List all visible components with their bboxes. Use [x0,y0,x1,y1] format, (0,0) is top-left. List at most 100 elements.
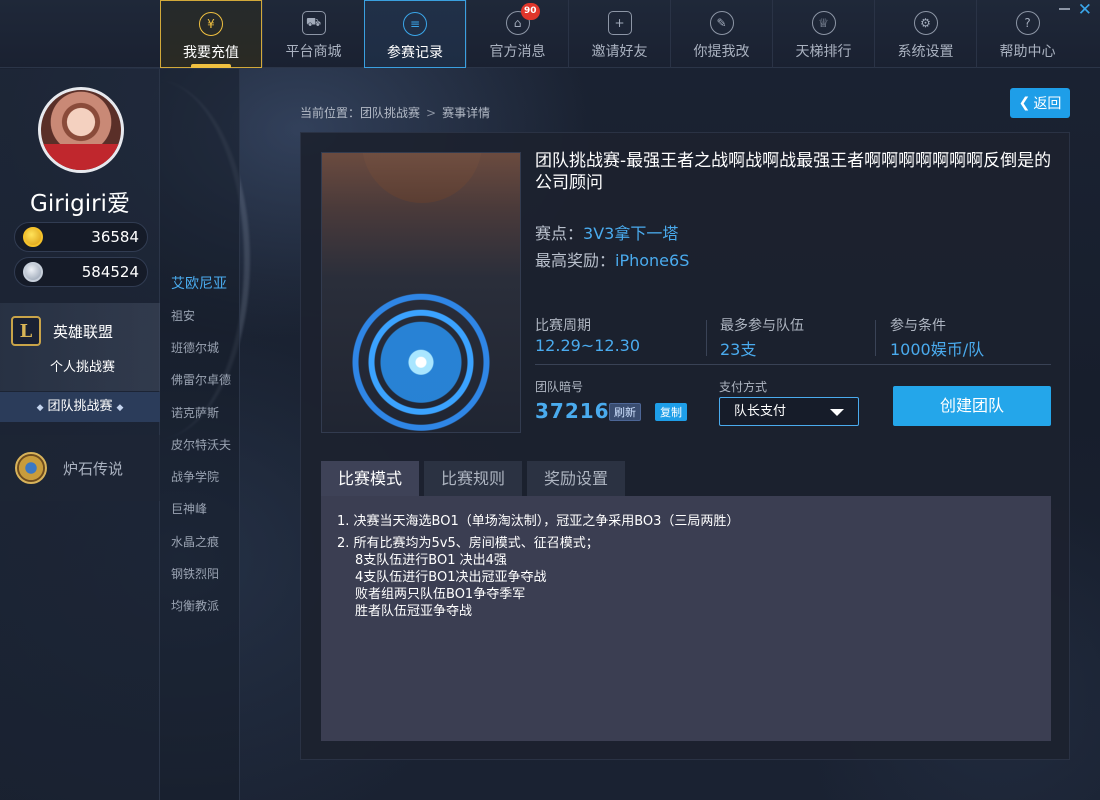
nav-official-news[interactable]: ⌂ 90 官方消息 [466,0,568,68]
stat-label: 比赛周期 [535,318,591,334]
nav-match-records[interactable]: ≡ 参赛记录 [364,0,466,68]
breadcrumb-separator: > [426,106,437,120]
username: Girigiri爱 [30,191,130,217]
close-button[interactable]: ✕ [1078,0,1092,20]
match-point-label: 赛点： [535,224,584,243]
server-item[interactable]: 皮尔特沃夫 [171,436,231,453]
refresh-button[interactable]: 刷新 [609,403,641,421]
nav-store[interactable]: ⛟ 平台商城 [262,0,364,68]
nav-settings[interactable]: ⚙ 系统设置 [874,0,976,68]
payment-label: 支付方式 [719,380,768,394]
rule-line: 2. 所有比赛均为5v5、房间模式、征召模式； [337,536,599,551]
caret-down-icon [830,409,844,416]
team-password-label: 团队暗号 [535,380,584,394]
match-detail-panel: 团队挑战赛-最强王者之战啊战啊战最强王者啊啊啊啊啊啊啊反倒是的公司顾问 赛点：3… [300,132,1070,760]
silver-value: 584524 [81,263,139,281]
sub-team-challenge[interactable]: ◆ 团队挑战赛 ◆ [0,392,160,422]
server-list: 艾欧尼亚 祖安 班德尔城 佛雷尔卓德 诺克萨斯 皮尔特沃夫 战争学院 巨神峰 水… [160,69,240,800]
nav-label: 天梯排行 [795,44,852,60]
server-item[interactable]: 钢铁烈阳 [171,565,219,582]
breadcrumb-parent[interactable]: 团队挑战赛 [360,106,420,120]
game-hearthstone[interactable]: 炉石传说 [0,435,160,501]
server-item[interactable]: 巨神峰 [171,500,207,517]
nav-label: 邀请好友 [591,44,648,60]
nav-help-center[interactable]: ? 帮助中心 [976,0,1078,68]
stat-value: 23支 [720,340,757,359]
rule-item: 2. 所有比赛均为5v5、房间模式、征召模式； 8支队伍进行BO1 决出4强 4… [337,535,1035,620]
nav-label: 我要充值 [183,45,239,61]
nav-label: 系统设置 [897,44,954,60]
silver-coin-icon [23,262,43,282]
rule-line: 1. 决赛当天海选BO1（单场淘汰制），冠亚之争采用BO3（三局两胜） [337,514,740,529]
nav-label: 你提我改 [693,44,750,60]
tab-reward-settings[interactable]: 奖励设置 [527,461,626,496]
server-item[interactable]: 艾欧尼亚 [171,273,227,293]
document-icon: ≡ [403,12,427,36]
section-divider [535,364,1051,365]
top-navigation: ¥ 我要充值 ⛟ 平台商城 ≡ 参赛记录 ⌂ 90 官方消息 + 邀请好友 ✎ … [0,0,1100,68]
rule-line: 8支队伍进行BO1 决出4强 [355,553,507,568]
rule-line: 胜者队伍冠亚争夺战 [355,604,473,619]
gear-icon: ⚙ [913,11,938,35]
stat-max-teams: 最多参与队伍 23支 [720,315,880,360]
stat-period: 比赛周期 12.29~12.30 [535,315,695,355]
gold-value: 36584 [91,228,139,246]
lol-logo-icon: L [11,316,41,346]
chevron-left-icon: ❮ [1018,95,1031,111]
match-cover-image [321,152,521,433]
diamond-icon: ◆ [36,403,44,413]
notification-badge: 90 [521,3,540,20]
team-password-value: 37216 [535,399,610,423]
server-item[interactable]: 战争学院 [171,468,219,485]
breadcrumb: 当前位置：团队挑战赛 > 赛事详情 [300,104,490,121]
match-point: 赛点：3V3拿下一塔 [535,220,678,244]
match-prize-value: iPhone6S [615,251,690,270]
trophy-icon: ♕ [811,11,836,35]
avatar[interactable] [38,87,124,173]
server-item[interactable]: 均衡教派 [171,597,219,614]
server-item[interactable]: 佛雷尔卓德 [171,371,231,388]
back-label: 返回 [1033,96,1062,112]
create-team-button[interactable]: 创建团队 [893,386,1051,426]
nav-feedback[interactable]: ✎ 你提我改 [670,0,772,68]
stat-value: 12.29~12.30 [535,336,641,355]
match-prize-label: 最高奖励： [535,251,616,270]
diamond-icon: ◆ [116,403,124,413]
match-title: 团队挑战赛-最强王者之战啊战啊战最强王者啊啊啊啊啊啊啊反倒是的公司顾问 [535,151,1052,193]
sub-team-label: 团队挑战赛 [47,399,113,414]
payment-select-value: 队长支付 [734,404,787,419]
nav-label: 帮助中心 [999,44,1056,60]
stat-label: 最多参与队伍 [720,318,804,334]
nav-items: ¥ 我要充值 ⛟ 平台商城 ≡ 参赛记录 ⌂ 90 官方消息 + 邀请好友 ✎ … [160,0,1078,68]
payment-select[interactable]: 队长支付 [719,397,859,426]
server-item[interactable]: 班德尔城 [171,339,219,356]
game-lol[interactable]: L 英雄联盟 [0,303,160,359]
minimize-button[interactable] [1059,8,1070,10]
gold-coin-icon [23,227,43,247]
stat-condition: 参与条件 1000娱币/队 [890,315,1050,360]
sub-personal-challenge[interactable]: 个人挑战赛 [0,359,160,391]
tab-content: 1. 决赛当天海选BO1（单场淘汰制），冠亚之争采用BO3（三局两胜） 2. 所… [321,496,1051,741]
match-prize: 最高奖励：iPhone6S [535,247,689,271]
copy-button[interactable]: 复制 [655,403,687,421]
yuan-icon: ¥ [199,12,223,36]
tab-match-mode[interactable]: 比赛模式 [321,461,420,496]
breadcrumb-prefix: 当前位置： [300,106,361,120]
tab-match-rules[interactable]: 比赛规则 [424,461,523,496]
server-item[interactable]: 诺克萨斯 [171,404,219,421]
nav-label: 官方消息 [489,44,546,60]
server-item[interactable]: 水晶之痕 [171,533,219,550]
pencil-icon: ✎ [709,11,734,35]
server-item[interactable]: 祖安 [171,307,195,324]
nav-recharge[interactable]: ¥ 我要充值 [160,0,262,68]
add-user-icon: + [607,11,632,35]
stat-label: 参与条件 [890,318,946,334]
nav-ladder-ranking[interactable]: ♕ 天梯排行 [772,0,874,68]
rule-line: 败者组两只队伍BO1争夺季军 [355,587,526,602]
detail-tabs: 比赛模式 比赛规则 奖励设置 [321,461,626,496]
back-button[interactable]: ❮ 返回 [1010,88,1070,118]
question-icon: ? [1015,11,1040,35]
nav-invite-friends[interactable]: + 邀请好友 [568,0,670,68]
gold-balance: 36584 [14,222,148,252]
nav-label: 参赛记录 [387,45,443,61]
